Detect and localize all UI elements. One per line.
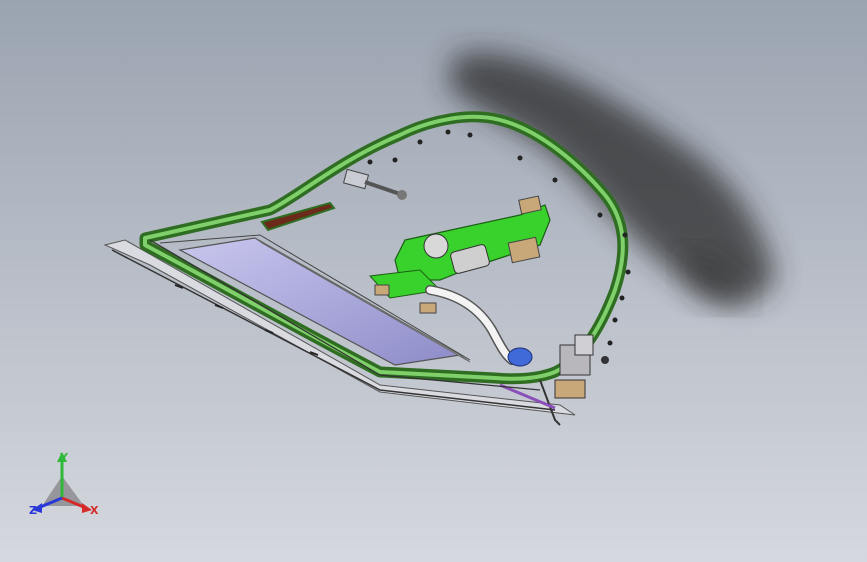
cad-viewport[interactable]: Y Z X	[0, 0, 867, 562]
model-shadow	[448, 52, 775, 300]
bolt-assembly	[342, 168, 407, 200]
triad-z-label: Z	[29, 504, 37, 517]
blue-clip	[507, 347, 533, 367]
mount-pad-2	[419, 302, 437, 314]
motor-gear	[423, 233, 449, 259]
sunroof-assembly-model[interactable]	[0, 0, 867, 562]
triad-x-label: X	[90, 504, 99, 517]
mount-pad	[374, 284, 390, 296]
triad-y-label: Y	[60, 451, 68, 464]
